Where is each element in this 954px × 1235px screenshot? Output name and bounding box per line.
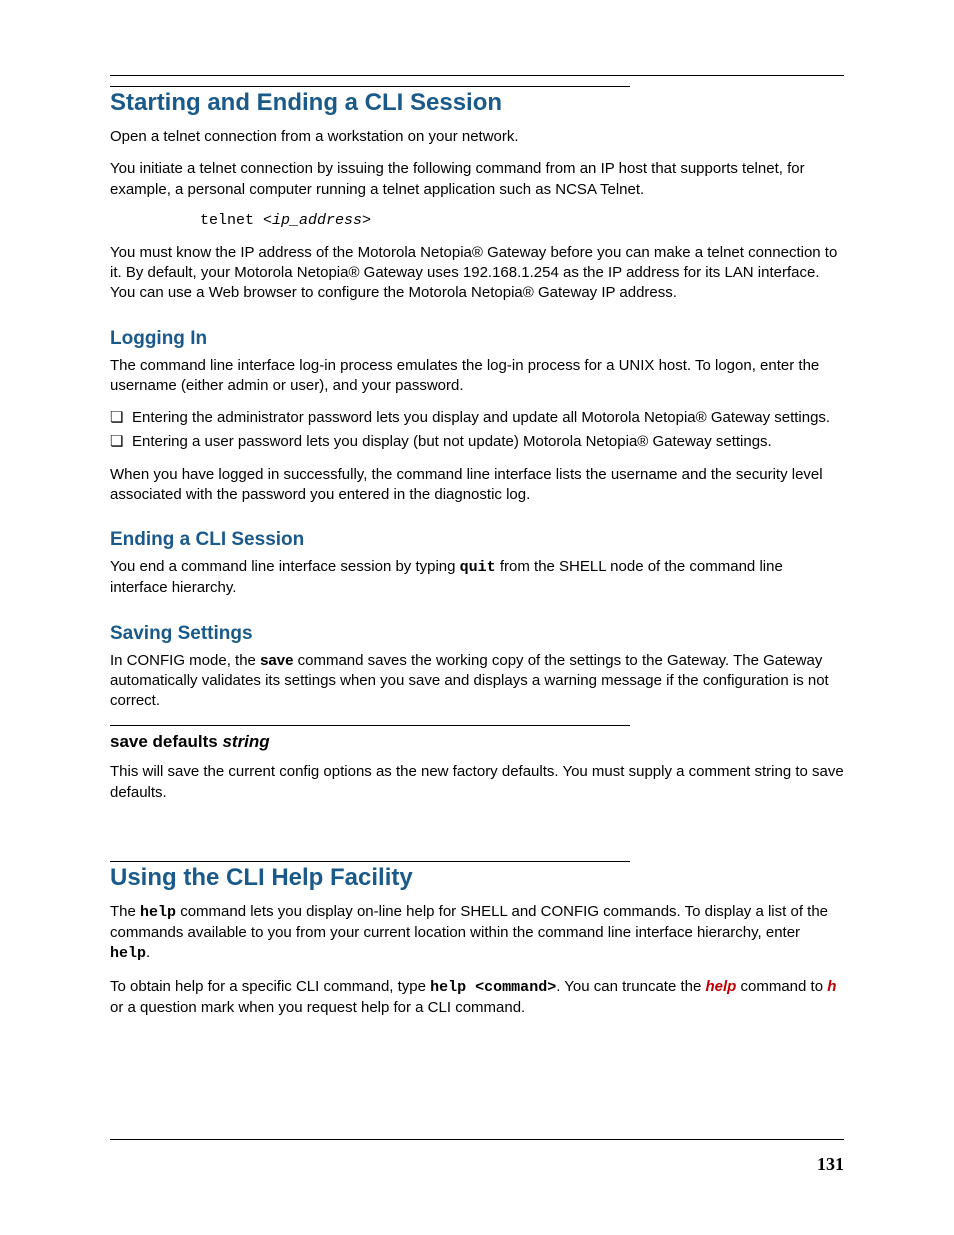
paragraph: Open a telnet connection from a workstat…	[110, 127, 844, 147]
inline-command: help <command>	[430, 979, 556, 996]
text: command to	[736, 978, 827, 995]
page-number: 131	[817, 1154, 844, 1175]
code-text: telnet <	[200, 212, 272, 229]
list-item: Entering a user password lets you displa…	[110, 432, 844, 452]
paragraph: In CONFIG mode, the save command saves t…	[110, 651, 844, 712]
text: You end a command line interface session…	[110, 558, 460, 575]
subsection-rule	[110, 725, 630, 726]
code-arg: ip_address	[272, 212, 362, 229]
text: save defaults	[110, 732, 222, 751]
text: or a question mark when you request help…	[110, 999, 525, 1016]
inline-command: help	[110, 945, 146, 962]
inline-command: quit	[460, 559, 496, 576]
inline-red-command: help	[706, 978, 737, 995]
heading-starting-ending-cli: Starting and Ending a CLI Session	[110, 89, 844, 117]
heading-logging-in: Logging In	[110, 328, 844, 350]
bottom-horizontal-rule	[110, 1139, 844, 1140]
text: In CONFIG mode, the	[110, 652, 260, 669]
paragraph: The help command lets you display on-lin…	[110, 902, 844, 965]
paragraph: When you have logged in successfully, th…	[110, 465, 844, 506]
paragraph: The command line interface log-in proces…	[110, 356, 844, 397]
paragraph: You initiate a telnet connection by issu…	[110, 159, 844, 200]
heading-help-facility: Using the CLI Help Facility	[110, 864, 844, 892]
bullet-list: Entering the administrator password lets…	[110, 408, 844, 453]
inline-command: save	[260, 652, 293, 669]
inline-red-command: h	[827, 978, 836, 995]
spacer	[110, 815, 844, 855]
text: .	[146, 944, 150, 961]
text: The	[110, 903, 140, 920]
section-rule	[110, 86, 630, 87]
list-item: Entering the administrator password lets…	[110, 408, 844, 428]
inline-command: help	[140, 904, 176, 921]
code-telnet: telnet <ip_address>	[200, 212, 844, 229]
paragraph: You must know the IP address of the Moto…	[110, 243, 844, 304]
code-text: >	[362, 212, 371, 229]
section-rule	[110, 861, 630, 862]
paragraph: You end a command line interface session…	[110, 557, 844, 599]
heading-saving-settings: Saving Settings	[110, 623, 844, 645]
text: . You can truncate the	[556, 978, 705, 995]
top-horizontal-rule	[110, 75, 844, 76]
text: To obtain help for a specific CLI comman…	[110, 978, 430, 995]
text: command lets you display on-line help fo…	[110, 903, 828, 941]
heading-save-defaults: save defaults string	[110, 732, 844, 752]
text-italic: string	[222, 732, 269, 751]
heading-ending-cli: Ending a CLI Session	[110, 529, 844, 551]
document-page: Starting and Ending a CLI Session Open a…	[0, 0, 954, 1235]
paragraph: To obtain help for a specific CLI comman…	[110, 977, 844, 1019]
paragraph: This will save the current config option…	[110, 762, 844, 803]
